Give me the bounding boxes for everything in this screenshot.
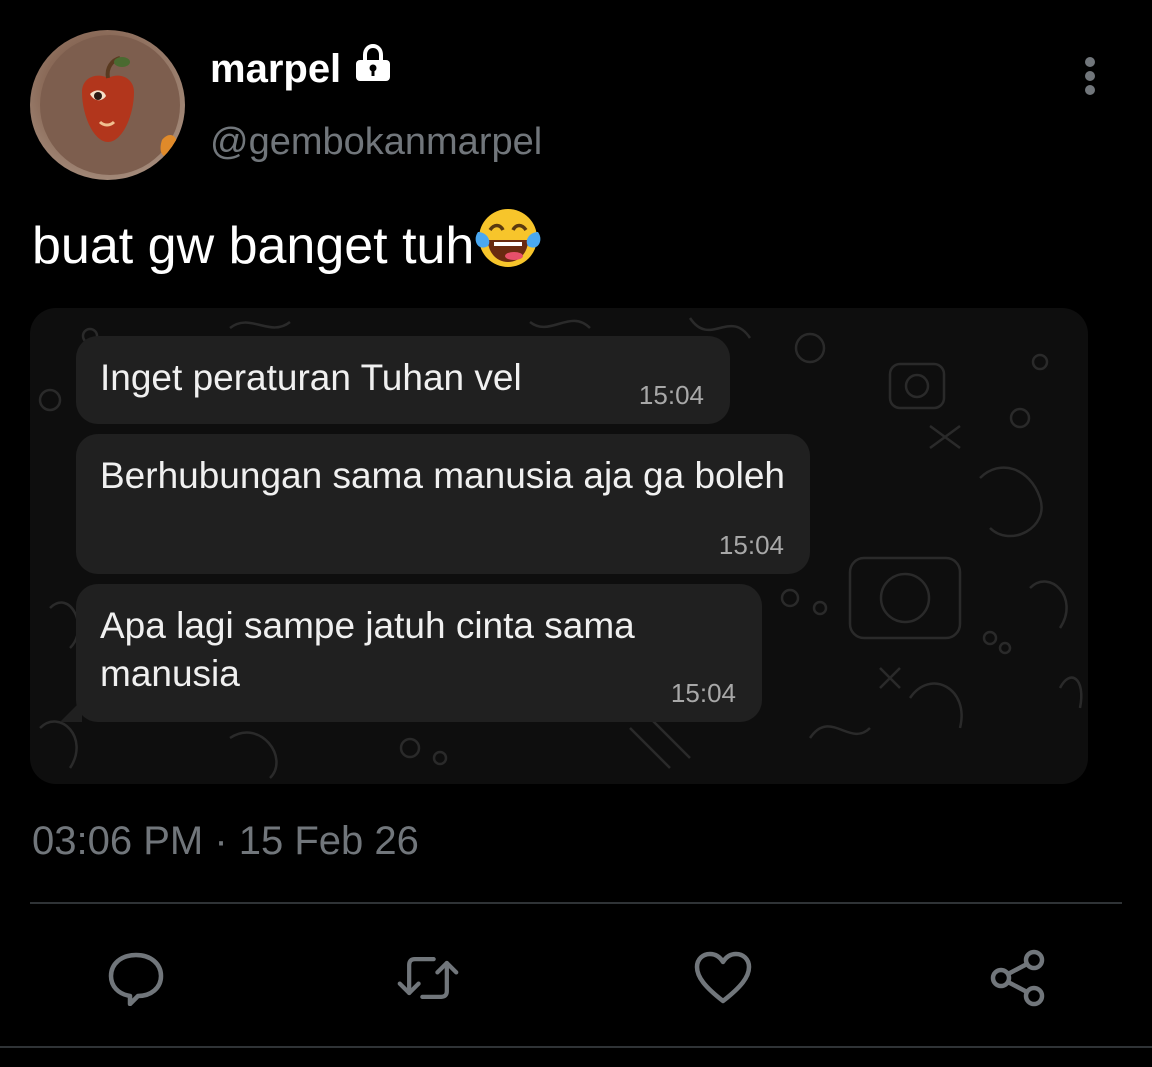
- chat-message-time: 15:04: [670, 678, 736, 708]
- chat-message-text: Inget peraturan Tuhan vel: [100, 357, 522, 398]
- more-vertical-icon: [1085, 57, 1095, 95]
- tweet-media[interactable]: Inget peraturan Tuhan vel 15:04 Berhubun…: [30, 308, 1088, 784]
- reply-button[interactable]: [104, 946, 168, 1010]
- chat-message: Apa lagi sampe jatuh cinta sama manusia …: [60, 584, 762, 722]
- retweet-button[interactable]: [396, 946, 460, 1010]
- chat-message-time: 15:04: [718, 530, 784, 560]
- more-options-button[interactable]: [1070, 52, 1110, 100]
- heart-icon: [694, 951, 752, 1004]
- chat-message-time: 15:04: [638, 380, 704, 410]
- chat-message-text: Apa lagi sampe jatuh cinta sama manusia: [100, 605, 635, 694]
- chat-message: Berhubungan sama manusia aja ga boleh 15…: [76, 434, 810, 574]
- chat-bubble-tail: [60, 700, 82, 722]
- tweet-text-content: buat gw banget tuh: [32, 216, 475, 275]
- share-button[interactable]: [986, 946, 1050, 1010]
- author-name-row: marpel: [210, 43, 393, 94]
- chat-message-text: Berhubungan sama manusia aja ga boleh: [100, 455, 785, 496]
- reply-icon: [108, 952, 164, 1006]
- lock-icon: [353, 43, 393, 94]
- chat-message: Inget peraturan Tuhan vel 15:04: [76, 336, 730, 424]
- face-with-tears-of-joy-icon: [474, 206, 542, 285]
- tweet-text: buat gw banget tuh: [32, 206, 542, 285]
- retweet-icon: [397, 957, 459, 999]
- avatar-icon: [40, 35, 180, 175]
- share-icon: [990, 949, 1045, 1007]
- handle[interactable]: @gembokanmarpel: [210, 118, 542, 166]
- like-button[interactable]: [691, 946, 755, 1010]
- display-name[interactable]: marpel: [210, 44, 341, 94]
- divider: [30, 902, 1122, 904]
- tweet-timestamp[interactable]: 03:06 PM · 15 Feb 26: [32, 816, 419, 866]
- avatar[interactable]: [30, 30, 185, 180]
- bottom-divider: [0, 1046, 1152, 1048]
